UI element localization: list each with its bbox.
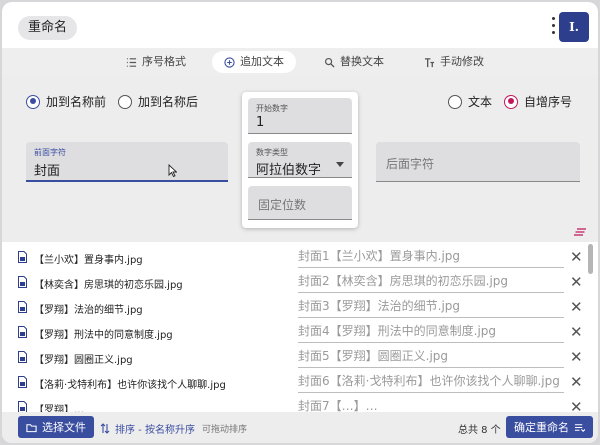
number-type-select[interactable]: 数字类型 阿拉伯数字 xyxy=(248,142,352,178)
text-cursor-icon xyxy=(168,164,177,177)
source-filename: 【罗翔】圆圈正义.jpg xyxy=(34,355,133,366)
file-count: 总共 8 个 xyxy=(458,425,501,436)
tab-sequence-format[interactable]: 序号格式 xyxy=(114,51,198,73)
close-icon[interactable]: ✕ xyxy=(570,299,583,315)
target-filename-field[interactable]: 封面5【罗翔】圆圈正义.jpg xyxy=(298,347,564,368)
apply-icon xyxy=(574,423,585,432)
tab-label: 替换文本 xyxy=(340,55,384,68)
text-edit-icon xyxy=(424,57,435,67)
fixed-digits-field[interactable]: 固定位数 xyxy=(248,186,352,220)
rename-window: 重命名 I. 序号格式 追加文本 替换文本 手动修改 加到名称前 加到名称后 文… xyxy=(2,2,598,443)
sequence-settings-card: 开始数字 1 数字类型 阿拉伯数字 固定位数 xyxy=(242,92,358,228)
radio-label: 自增序号 xyxy=(524,95,573,109)
close-icon[interactable]: ✕ xyxy=(570,349,583,365)
radio-label: 文本 xyxy=(468,95,493,109)
close-icon[interactable]: ✕ xyxy=(570,399,583,412)
fixed-digits-placeholder: 固定位数 xyxy=(258,198,307,212)
number-type-value: 阿拉伯数字 xyxy=(256,163,322,178)
prefix-value: 封面 xyxy=(34,164,61,179)
image-file-icon xyxy=(18,276,27,288)
prefix-label: 前面字符 xyxy=(34,148,66,157)
image-file-icon xyxy=(18,326,27,338)
target-filename-field[interactable]: 封面1【兰小欢】置身事内.jpg xyxy=(298,247,564,268)
tab-label: 追加文本 xyxy=(240,55,284,68)
scrollbar-thumb[interactable] xyxy=(588,244,593,274)
window-title: 重命名 xyxy=(18,16,78,40)
radio-label: 加到名称后 xyxy=(138,95,199,109)
app-logo[interactable]: I. xyxy=(559,12,589,42)
source-filename: 【兰小欢】置身事内.jpg xyxy=(34,255,143,266)
format-lines-icon[interactable] xyxy=(574,228,586,236)
source-filename: 【洛莉·戈特利布】也许你该找个人聊聊.jpg xyxy=(34,380,226,391)
file-row[interactable]: 【罗翔】… 封面7【…】… ✕ xyxy=(2,395,588,412)
search-replace-icon xyxy=(324,57,335,68)
more-menu-icon[interactable] xyxy=(552,17,556,37)
target-filename-field[interactable]: 封面6【洛莉·戈特利布】也许你该找个人聊聊.jpg xyxy=(298,372,564,393)
radio-checked-icon xyxy=(504,94,518,109)
list-icon xyxy=(126,57,137,67)
select-files-button[interactable]: 选择文件 xyxy=(18,416,94,438)
source-filename: 【罗翔】… xyxy=(34,405,84,412)
suffix-field[interactable]: 后面字符 xyxy=(376,142,580,182)
target-filename-field[interactable]: 封面2【林奕含】房思琪的初恋乐园.jpg xyxy=(298,272,564,293)
sort-button[interactable]: 排序 - 按名称升序 xyxy=(100,421,195,436)
drag-hint: 可拖动排序 xyxy=(202,425,248,435)
chevron-down-icon xyxy=(336,162,344,167)
radio-append[interactable]: 加到名称后 xyxy=(118,93,198,110)
add-circle-icon xyxy=(224,56,235,68)
radio-mode-text[interactable]: 文本 xyxy=(448,93,492,110)
suffix-placeholder: 后面字符 xyxy=(386,157,435,171)
start-number-label: 开始数字 xyxy=(256,104,288,113)
radio-prepend[interactable]: 加到名称前 xyxy=(26,93,106,110)
sort-arrows-icon xyxy=(100,423,110,434)
source-filename: 【罗翔】刑法中的同意制度.jpg xyxy=(34,330,173,341)
close-icon[interactable]: ✕ xyxy=(570,249,583,265)
image-file-icon xyxy=(18,251,27,263)
image-file-icon xyxy=(18,301,27,313)
close-icon[interactable]: ✕ xyxy=(570,374,583,390)
radio-checked-icon xyxy=(26,94,40,109)
tab-label: 手动修改 xyxy=(440,55,484,68)
file-row[interactable]: 【兰小欢】置身事内.jpg 封面1【兰小欢】置身事内.jpg ✕ xyxy=(2,245,588,270)
file-row[interactable]: 【洛莉·戈特利布】也许你该找个人聊聊.jpg 封面6【洛莉·戈特利布】也许你该找… xyxy=(2,370,588,395)
start-number-field[interactable]: 开始数字 1 xyxy=(248,98,352,134)
image-file-icon xyxy=(18,376,27,388)
sort-label: 排序 - 按名称升序 xyxy=(115,425,195,436)
select-files-label: 选择文件 xyxy=(42,421,86,434)
target-filename-field[interactable]: 封面3【罗翔】法治的细节.jpg xyxy=(298,297,564,318)
tab-append-text[interactable]: 追加文本 xyxy=(212,51,296,73)
footer-bar: 选择文件 排序 - 按名称升序 可拖动排序 总共 8 个 确定重命名 xyxy=(2,412,598,443)
tab-manual-edit[interactable]: 手动修改 xyxy=(412,51,496,73)
number-type-label: 数字类型 xyxy=(256,148,288,157)
confirm-rename-button[interactable]: 确定重命名 xyxy=(506,416,593,438)
prefix-field[interactable]: 前面字符 封面 xyxy=(26,142,228,182)
confirm-label: 确定重命名 xyxy=(514,421,569,434)
source-filename: 【林奕含】房思琪的初恋乐园.jpg xyxy=(34,280,183,291)
target-filename-field[interactable]: 封面7【…】… xyxy=(298,397,564,412)
radio-unchecked-icon xyxy=(448,94,462,109)
tab-bar: 序号格式 追加文本 替换文本 手动修改 xyxy=(2,48,598,76)
radio-label: 加到名称前 xyxy=(46,95,107,109)
start-number-value: 1 xyxy=(256,115,265,130)
image-file-icon xyxy=(18,401,27,412)
file-row[interactable]: 【罗翔】圆圈正义.jpg 封面5【罗翔】圆圈正义.jpg ✕ xyxy=(2,345,588,370)
radio-unchecked-icon xyxy=(118,94,132,109)
image-file-icon xyxy=(18,351,27,363)
tab-replace-text[interactable]: 替换文本 xyxy=(312,51,396,73)
tab-label: 序号格式 xyxy=(142,55,186,68)
file-row[interactable]: 【林奕含】房思琪的初恋乐园.jpg 封面2【林奕含】房思琪的初恋乐园.jpg ✕ xyxy=(2,270,588,295)
file-list: 【兰小欢】置身事内.jpg 封面1【兰小欢】置身事内.jpg ✕ 【林奕含】房思… xyxy=(2,242,588,412)
close-icon[interactable]: ✕ xyxy=(570,274,583,290)
source-filename: 【罗翔】法治的细节.jpg xyxy=(34,305,143,316)
file-row[interactable]: 【罗翔】刑法中的同意制度.jpg 封面4【罗翔】刑法中的同意制度.jpg ✕ xyxy=(2,320,588,345)
folder-icon xyxy=(26,423,37,432)
close-icon[interactable]: ✕ xyxy=(570,324,583,340)
radio-mode-sequence[interactable]: 自增序号 xyxy=(504,93,572,110)
file-row[interactable]: 【罗翔】法治的细节.jpg 封面3【罗翔】法治的细节.jpg ✕ xyxy=(2,295,588,320)
target-filename-field[interactable]: 封面4【罗翔】刑法中的同意制度.jpg xyxy=(298,322,564,343)
